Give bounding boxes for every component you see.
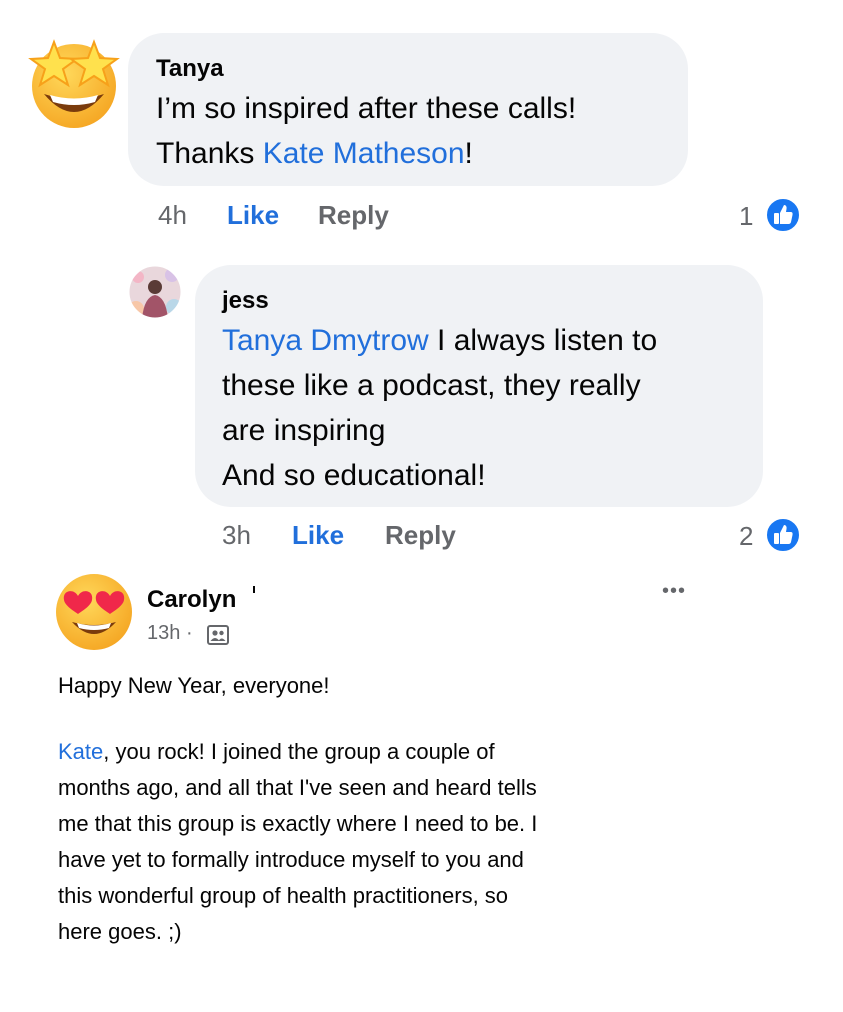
post-line-5: this wonderful group of health practitio… [58, 883, 509, 908]
post-line-4: have yet to formally introduce myself to… [58, 847, 524, 872]
mention-link[interactable]: Tanya Dmytrow [222, 324, 429, 357]
thumbs-up-icon[interactable] [764, 196, 802, 234]
reply-button[interactable]: Reply [318, 200, 389, 231]
reaction-count[interactable]: 1 [739, 201, 753, 232]
author-mark [253, 586, 255, 593]
post-line-3: me that this group is exactly where I ne… [58, 811, 538, 836]
reply-text-line4: And so educational! [222, 459, 486, 492]
reply-time[interactable]: 3h [222, 520, 251, 551]
reply-jess: jess Tanya Dmytrow I always listen to th… [0, 250, 843, 560]
reaction-count[interactable]: 2 [739, 521, 753, 552]
comment-tanya: Tanya I’m so inspired after these calls!… [0, 0, 843, 250]
comment-text-line1: I’m so inspired after these calls! [156, 92, 577, 125]
like-button[interactable]: Like [292, 520, 344, 551]
post-time[interactable]: 13h [147, 622, 180, 644]
reply-bubble: jess Tanya Dmytrow I always listen to th… [195, 265, 763, 507]
like-button[interactable]: Like [227, 200, 279, 231]
post-paragraph-1: Happy New Year, everyone! [58, 673, 330, 698]
comment-time[interactable]: 4h [158, 200, 187, 231]
comment-bubble: Tanya I’m so inspired after these calls!… [128, 33, 688, 186]
reply-text-line1: Tanya Dmytrow I always listen to [222, 318, 657, 363]
reply-text-line2: these like a podcast, they really [222, 369, 641, 402]
post-carolyn: Carolyn 13h · ••• Happy New Year, everyo… [0, 560, 843, 1012]
group-privacy-icon[interactable] [207, 625, 229, 645]
reply-author[interactable]: jess [222, 287, 269, 315]
reply-text-line3: are inspiring [222, 414, 386, 447]
post-line-6: here goes. ;) [58, 919, 182, 944]
separator: · [185, 622, 193, 644]
post-meta: 13h · [147, 622, 193, 645]
heart-eyes-emoji-icon[interactable] [52, 570, 136, 654]
post-line-1: Kate, you rock! I joined the group a cou… [58, 736, 495, 768]
star-struck-emoji-icon[interactable] [22, 32, 126, 132]
post-text: , you rock! I joined the group a couple … [103, 739, 495, 764]
comment-author[interactable]: Tanya [156, 55, 224, 83]
reply-text: I always listen to [428, 324, 658, 357]
mention-link[interactable]: Kate [58, 739, 103, 764]
post-line-2: months ago, and all that I've seen and h… [58, 775, 537, 800]
more-options-icon[interactable]: ••• [662, 580, 686, 603]
reply-button[interactable]: Reply [385, 520, 456, 551]
comment-text-line2: Thanks Kate Matheson! [156, 131, 473, 176]
comment-text: Thanks [156, 137, 263, 170]
thumbs-up-icon[interactable] [764, 516, 802, 554]
post-author[interactable]: Carolyn [147, 586, 236, 614]
user-photo-avatar[interactable] [128, 265, 182, 319]
mention-link[interactable]: Kate Matheson [263, 137, 465, 170]
comment-text: ! [464, 137, 473, 170]
